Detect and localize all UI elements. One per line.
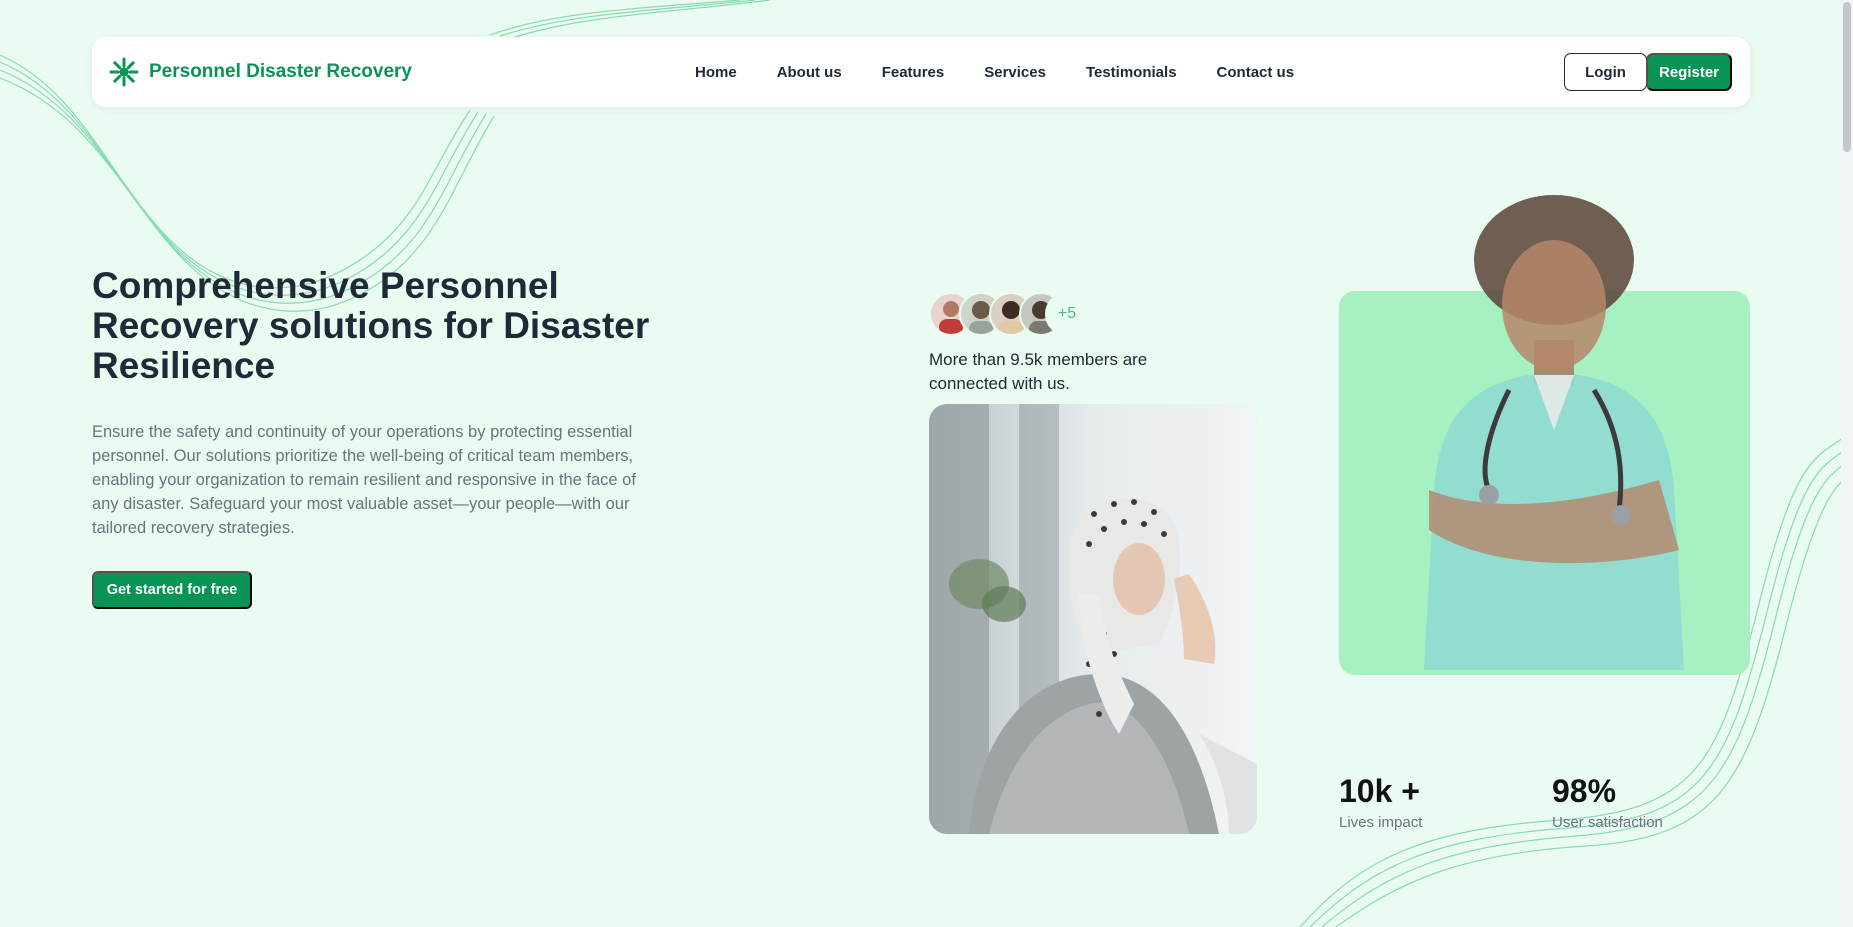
scrollbar-thumb[interactable] (1843, 2, 1851, 152)
brand-name: Personnel Disaster Recovery (149, 61, 412, 82)
page-scrollbar[interactable] (1841, 0, 1853, 927)
stat-lives-impact: 10k + Lives impact (1339, 772, 1422, 831)
get-started-button[interactable]: Get started for free (92, 571, 252, 609)
nav-testimonials[interactable]: Testimonials (1086, 64, 1177, 81)
nav-home[interactable]: Home (695, 64, 737, 81)
brand[interactable]: Personnel Disaster Recovery (109, 37, 412, 107)
hero-description: Ensure the safety and continuity of your… (92, 423, 636, 537)
stat-user-satisfaction: 98% User satisfaction (1552, 772, 1663, 831)
praying-woman-photo (929, 404, 1257, 834)
stat-label: Lives impact (1339, 814, 1423, 831)
nurse-photo (1424, 195, 1684, 670)
nav-features[interactable]: Features (882, 64, 945, 81)
register-button[interactable]: Register (1646, 53, 1732, 91)
nav-services[interactable]: Services (984, 64, 1046, 81)
stat-label: User satisfaction (1552, 814, 1663, 831)
nav-about-us[interactable]: About us (777, 64, 842, 81)
login-button[interactable]: Login (1564, 53, 1647, 91)
more-members-badge: +5 (1045, 292, 1089, 336)
hero-title: Comprehensive Personnel Recovery solutio… (92, 265, 650, 386)
main-nav: Home About us Features Services Testimon… (695, 37, 1294, 107)
members-text: More than 9.5k members are connected wit… (929, 350, 1148, 393)
stat-value: 10k + (1339, 773, 1420, 809)
stat-value: 98% (1552, 773, 1617, 809)
nav-contact-us[interactable]: Contact us (1217, 64, 1295, 81)
starburst-icon (109, 57, 139, 87)
top-navbar: Personnel Disaster Recovery Home About u… (92, 37, 1750, 107)
